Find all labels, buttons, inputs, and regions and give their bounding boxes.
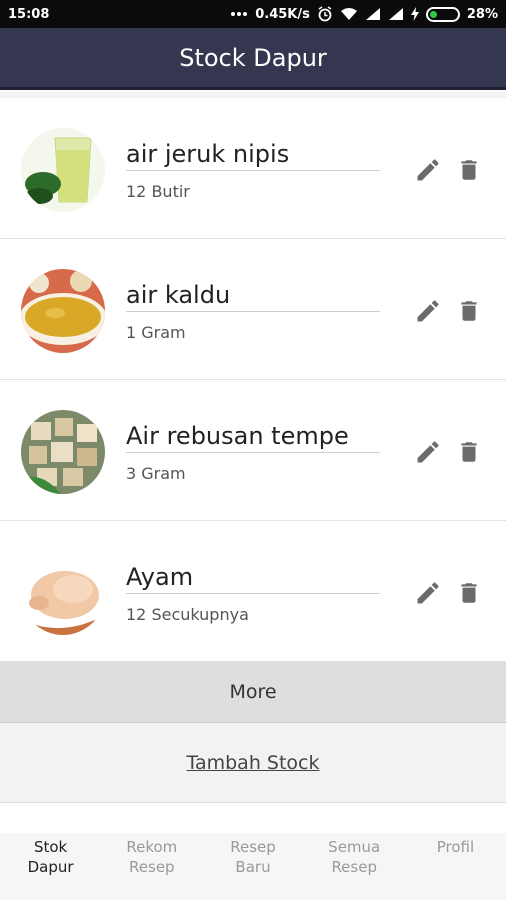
list-item[interactable]: air jeruk nipis 12 Butir [0,98,506,239]
nav-resep-baru[interactable]: Resep Baru [202,833,303,900]
alarm-icon [317,6,333,22]
pencil-icon[interactable] [414,156,442,184]
item-name: Air rebusan tempe [126,422,380,453]
list-item[interactable]: Air rebusan tempe 3 Gram [0,380,506,521]
signal-icon [388,7,404,21]
pencil-icon[interactable] [414,579,442,607]
trash-icon[interactable] [456,438,484,466]
charging-icon [410,7,419,21]
nav-stok-dapur[interactable]: Stok Dapur [0,833,101,900]
item-quantity: 12 Secukupnya [126,605,249,624]
trash-icon[interactable] [456,297,484,325]
nav-semua-resep[interactable]: Semua Resep [304,833,405,900]
nav-rekom-resep[interactable]: Rekom Resep [101,833,202,900]
status-time: 15:08 [8,6,50,22]
item-quantity: 1 Gram [126,323,186,342]
stock-list: air jeruk nipis 12 Butir air kaldu 1 Gra… [0,92,506,662]
list-item[interactable]: air kaldu 1 Gram [0,239,506,380]
net-speed: 0.45K/s [255,6,310,22]
item-name: air jeruk nipis [126,140,380,171]
bottom-nav: Stok Dapur Rekom Resep Resep Baru Semua … [0,833,506,900]
pencil-icon[interactable] [414,438,442,466]
item-quantity: 12 Butir [126,182,190,201]
trash-icon[interactable] [456,156,484,184]
chicken-image [21,551,105,635]
item-name: air kaldu [126,281,380,312]
item-name: Ayam [126,563,380,594]
signal-icon [365,7,381,21]
lime-juice-image [21,128,105,212]
status-bar: 15:08 0.45K/s 28% [0,0,506,28]
nav-profil[interactable]: Profil [405,833,506,900]
add-stock-area: Tambah Stock [0,723,506,803]
list-item[interactable]: Ayam 12 Secukupnya [0,521,506,662]
trash-icon[interactable] [456,579,484,607]
add-stock-link[interactable]: Tambah Stock [187,752,320,774]
page-title: Stock Dapur [179,43,327,72]
battery-percent: 28% [466,6,498,22]
dots-icon [230,11,248,17]
wifi-icon [340,7,358,21]
app-bar: Stock Dapur [0,28,506,90]
status-indicators: 0.45K/s 28% [230,6,498,22]
tempeh-image [21,410,105,494]
battery-icon [425,6,460,22]
battery-level [429,10,438,18]
broth-image [21,269,105,353]
more-label: More [229,680,277,703]
more-button[interactable]: More [0,661,506,723]
pencil-icon[interactable] [414,297,442,325]
item-quantity: 3 Gram [126,464,186,483]
